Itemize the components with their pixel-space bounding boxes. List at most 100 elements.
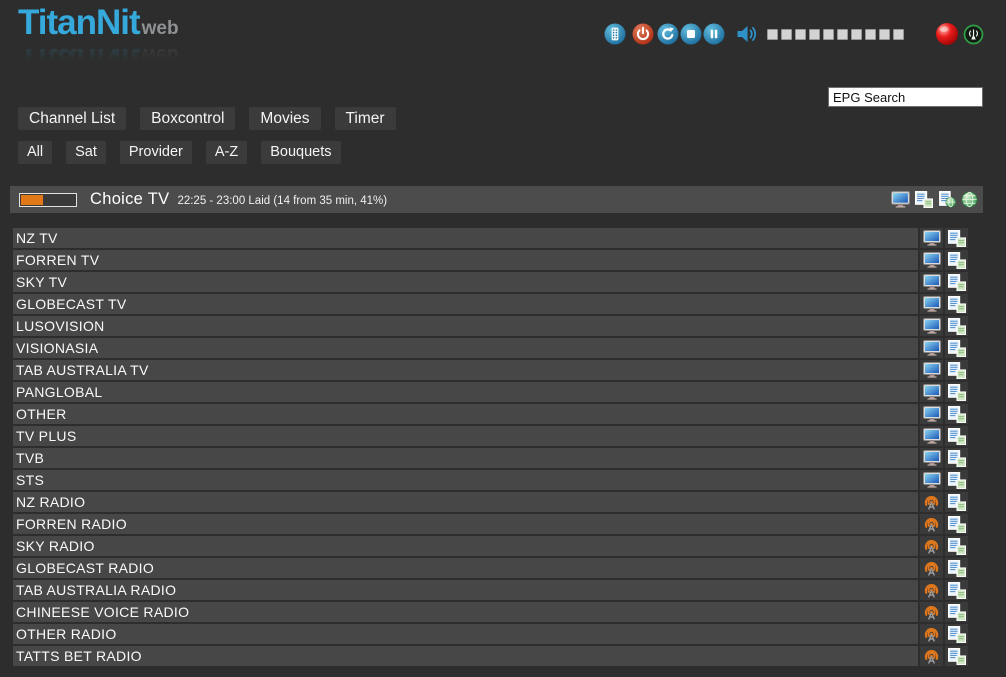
channel-name[interactable]: GLOBECAST TV <box>13 294 918 314</box>
channel-epg-cell[interactable] <box>945 558 968 578</box>
nav-timer[interactable]: Timer <box>335 107 396 130</box>
channel-name[interactable]: TATTS BET RADIO <box>13 646 918 666</box>
channel-epg-cell[interactable] <box>945 338 968 358</box>
nav-boxcontrol[interactable]: Boxcontrol <box>140 107 235 130</box>
channel-name[interactable]: VISIONASIA <box>13 338 918 358</box>
channel-type-cell[interactable] <box>920 360 943 380</box>
volume-segment[interactable] <box>893 29 904 40</box>
channel-type-cell[interactable] <box>920 250 943 270</box>
channel-epg-cell[interactable] <box>945 426 968 446</box>
channel-name[interactable]: NZ RADIO <box>13 492 918 512</box>
power-button[interactable] <box>632 23 654 45</box>
channel-epg-cell[interactable] <box>945 228 968 248</box>
channel-type-cell[interactable] <box>920 228 943 248</box>
volume-segment[interactable] <box>851 29 862 40</box>
nav-channel-list[interactable]: Channel List <box>18 107 126 130</box>
channel-epg-cell[interactable] <box>945 492 968 512</box>
channel-epg-cell[interactable] <box>945 294 968 314</box>
channel-name[interactable]: STS <box>13 470 918 490</box>
channel-epg-cell[interactable] <box>945 316 968 336</box>
channel-name[interactable]: PANGLOBAL <box>13 382 918 402</box>
channel-name[interactable]: FORREN RADIO <box>13 514 918 534</box>
channel-type-cell[interactable] <box>920 448 943 468</box>
channel-name[interactable]: NZ TV <box>13 228 918 248</box>
channel-name[interactable]: OTHER <box>13 404 918 424</box>
channel-type-cell[interactable] <box>920 316 943 336</box>
channel-type-cell[interactable] <box>920 272 943 292</box>
filter-provider[interactable]: Provider <box>120 141 192 164</box>
channel-epg-cell[interactable] <box>945 448 968 468</box>
mute-button[interactable] <box>735 22 761 46</box>
channel-type-cell[interactable] <box>920 426 943 446</box>
channel-name[interactable]: TV PLUS <box>13 426 918 446</box>
channel-row: CHINEESE VOICE RADIO <box>13 602 968 622</box>
radio-icon <box>923 648 940 665</box>
channel-epg-cell[interactable] <box>945 382 968 402</box>
channel-type-cell[interactable] <box>920 536 943 556</box>
filter-sat[interactable]: Sat <box>66 141 106 164</box>
radio-icon <box>923 604 940 621</box>
channel-type-cell[interactable] <box>920 602 943 622</box>
channel-epg-cell[interactable] <box>945 272 968 292</box>
epg-pages-icon <box>948 494 966 511</box>
channel-epg-cell[interactable] <box>945 360 968 380</box>
web-button[interactable] <box>961 191 978 208</box>
volume-segment[interactable] <box>837 29 848 40</box>
nav-movies[interactable]: Movies <box>249 107 320 130</box>
epg-pages-icon <box>915 191 933 208</box>
remote-control-button[interactable] <box>604 23 626 45</box>
channel-row: FORREN TV <box>13 250 968 270</box>
volume-segment[interactable] <box>767 29 778 40</box>
volume-segment[interactable] <box>879 29 890 40</box>
epg-button[interactable] <box>915 191 933 208</box>
volume-segment[interactable] <box>809 29 820 40</box>
pause-button[interactable] <box>703 23 725 45</box>
channel-name[interactable]: TAB AUSTRALIA RADIO <box>13 580 918 600</box>
volume-segment[interactable] <box>795 29 806 40</box>
filter-a-z[interactable]: A-Z <box>206 141 247 164</box>
volume-level-bar[interactable] <box>767 29 907 40</box>
channel-epg-cell[interactable] <box>945 514 968 534</box>
channel-type-cell[interactable] <box>920 382 943 402</box>
channel-type-cell[interactable] <box>920 404 943 424</box>
channel-type-cell[interactable] <box>920 514 943 534</box>
channel-name[interactable]: LUSOVISION <box>13 316 918 336</box>
channel-type-cell[interactable] <box>920 294 943 314</box>
channel-epg-cell[interactable] <box>945 536 968 556</box>
filter-all[interactable]: All <box>18 141 52 164</box>
screenshot-button[interactable] <box>891 191 910 208</box>
channel-type-cell[interactable] <box>920 558 943 578</box>
reboot-button[interactable] <box>657 23 679 45</box>
channel-type-cell[interactable] <box>920 580 943 600</box>
filter-bouquets[interactable]: Bouquets <box>261 141 340 164</box>
channel-name[interactable]: OTHER RADIO <box>13 624 918 644</box>
epg-web-button[interactable] <box>938 191 956 208</box>
epg-search-input[interactable] <box>828 87 983 107</box>
volume-segment[interactable] <box>823 29 834 40</box>
channel-epg-cell[interactable] <box>945 404 968 424</box>
channel-name[interactable]: SKY TV <box>13 272 918 292</box>
channel-epg-cell[interactable] <box>945 580 968 600</box>
channel-type-cell[interactable] <box>920 624 943 644</box>
channel-name[interactable]: SKY RADIO <box>13 536 918 556</box>
epg-pages-icon <box>948 296 966 313</box>
volume-segment[interactable] <box>781 29 792 40</box>
channel-type-cell[interactable] <box>920 492 943 512</box>
progress-bar <box>19 193 77 207</box>
channel-name[interactable]: CHINEESE VOICE RADIO <box>13 602 918 622</box>
stop-button[interactable] <box>680 23 702 45</box>
channel-epg-cell[interactable] <box>945 624 968 644</box>
channel-type-cell[interactable] <box>920 646 943 666</box>
channel-name[interactable]: GLOBECAST RADIO <box>13 558 918 578</box>
channel-type-cell[interactable] <box>920 470 943 490</box>
channel-name[interactable]: TAB AUSTRALIA TV <box>13 360 918 380</box>
channel-name[interactable]: TVB <box>13 448 918 468</box>
channel-epg-cell[interactable] <box>945 250 968 270</box>
channel-epg-cell[interactable] <box>945 646 968 666</box>
channel-name[interactable]: FORREN TV <box>13 250 918 270</box>
channel-epg-cell[interactable] <box>945 470 968 490</box>
stream-button[interactable] <box>963 24 984 45</box>
channel-type-cell[interactable] <box>920 338 943 358</box>
channel-epg-cell[interactable] <box>945 602 968 622</box>
volume-segment[interactable] <box>865 29 876 40</box>
